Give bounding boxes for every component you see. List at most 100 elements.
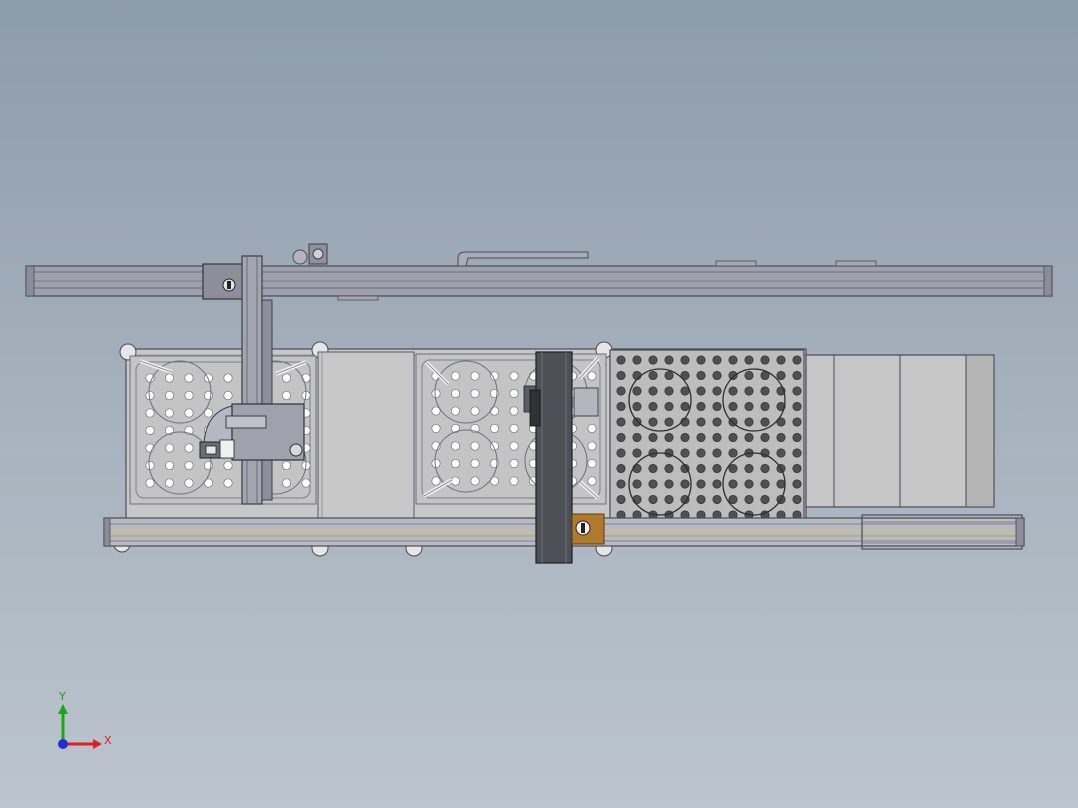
plate-hole: [696, 432, 706, 443]
plate-hole: [728, 479, 738, 489]
plate-hole: [632, 417, 642, 427]
plate-hole: [744, 463, 754, 474]
plate-hole: [712, 479, 722, 489]
gantry-carriage-center[interactable]: [529, 351, 573, 564]
plate-hole: [616, 401, 626, 412]
plate-hole: [616, 370, 626, 381]
plate-hole: [744, 401, 754, 412]
plate-hole: [648, 432, 658, 443]
plate-hole: [744, 479, 754, 489]
plate-hole: [632, 479, 642, 489]
plate-hole: [712, 401, 722, 412]
plate-hole: [164, 408, 175, 418]
plate-hole: [648, 401, 658, 412]
plate-hole: [664, 479, 674, 489]
plate-hole: [431, 423, 441, 434]
plate-hole: [164, 460, 175, 471]
plate-hole: [680, 479, 690, 489]
plate-hole: [664, 417, 674, 427]
top-linear-rail[interactable]: [25, 243, 1053, 301]
plate-hole: [760, 355, 770, 365]
top-rail-carriage[interactable]: [202, 263, 244, 300]
plate-hole: [648, 463, 658, 474]
plate-hole: [744, 386, 754, 396]
plate-hole: [664, 432, 674, 443]
plate-hole: [712, 355, 722, 365]
plate-hole: [145, 408, 155, 418]
plate-hole: [760, 463, 770, 474]
plate-hole: [184, 443, 194, 453]
plate-hole: [470, 476, 480, 486]
cad-viewport[interactable]: Y X: [0, 0, 1078, 808]
plate-hole: [470, 388, 480, 399]
plate-hole: [760, 417, 770, 427]
plate-hole: [696, 479, 706, 489]
plate-hole: [301, 478, 311, 488]
plate-hole: [509, 458, 519, 469]
plate-hole: [664, 370, 674, 381]
plate-hole: [728, 448, 738, 458]
plate-hole: [616, 355, 626, 365]
plate-hole: [145, 460, 155, 471]
plate-hole: [509, 371, 519, 381]
plate-hole: [184, 460, 194, 471]
plate-hole: [648, 494, 658, 505]
plate-hole: [696, 448, 706, 458]
plate-hole: [489, 423, 500, 434]
plate-hole: [431, 458, 441, 469]
plate-hole: [648, 355, 658, 365]
plate-hole: [760, 494, 770, 505]
plate-hole: [776, 432, 786, 443]
plate-hole: [680, 355, 690, 365]
plate-hole: [470, 441, 480, 451]
plate-hole: [696, 417, 706, 427]
plate-hole: [164, 373, 175, 383]
plate-hole: [470, 406, 480, 416]
plate-hole: [712, 417, 722, 427]
plate-hole: [470, 371, 480, 381]
plate-hole: [616, 432, 626, 443]
axis-triad: Y X: [58, 690, 112, 749]
plate-hole: [509, 476, 519, 486]
plate-hole: [792, 370, 802, 381]
assembly-model[interactable]: Y X: [0, 0, 1078, 808]
plate-hole: [792, 355, 802, 365]
bracket-drive-block[interactable]: [571, 513, 605, 545]
plate-hole: [792, 401, 802, 412]
plate-hole: [728, 494, 738, 505]
plate-hole: [184, 390, 194, 401]
fixture-plate-station-2[interactable]: [415, 353, 607, 505]
plate-hole: [760, 401, 770, 412]
plate-hole: [616, 494, 626, 505]
plate-hole: [145, 478, 155, 488]
plate-hole: [728, 401, 738, 412]
plate-hole: [664, 401, 674, 412]
plate-hole: [223, 478, 233, 488]
outfeed-module[interactable]: [805, 354, 995, 508]
plate-hole: [776, 355, 786, 365]
plate-hole: [664, 355, 674, 365]
plate-hole: [712, 370, 722, 381]
plate-hole: [509, 406, 519, 416]
plate-hole: [431, 388, 441, 399]
dense-hole-plate-station-3[interactable]: [609, 349, 805, 531]
plate-hole: [728, 463, 738, 474]
plate-hole: [281, 390, 292, 401]
plate-hole: [616, 463, 626, 474]
plate-hole: [587, 441, 597, 451]
plate-hole: [728, 386, 738, 396]
plate-hole: [587, 371, 597, 381]
plate-hole: [696, 401, 706, 412]
plate-hole: [281, 373, 292, 383]
plate-hole: [744, 494, 754, 505]
plate-hole: [509, 441, 519, 451]
plate-hole: [616, 448, 626, 458]
plate-hole: [509, 388, 519, 399]
plate-hole: [450, 388, 461, 399]
plate-hole: [792, 432, 802, 443]
plate-hole: [760, 386, 770, 396]
plate-hole: [776, 370, 786, 381]
plate-hole: [776, 479, 786, 489]
plate-hole: [450, 458, 461, 469]
plate-hole: [648, 370, 658, 381]
